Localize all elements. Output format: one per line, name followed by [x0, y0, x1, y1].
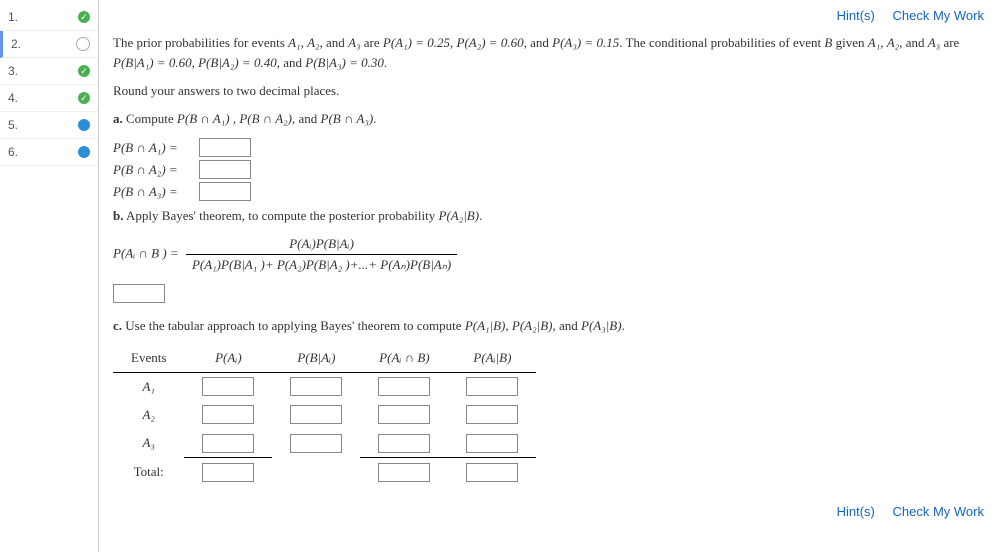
- nav-number: 2.: [11, 37, 76, 51]
- nav-item-1[interactable]: 1. ✓: [0, 4, 98, 31]
- nav-item-5[interactable]: 5.: [0, 112, 98, 139]
- rounding-note: Round your answers to two decimal places…: [113, 81, 984, 101]
- table-row: A₂: [113, 401, 536, 429]
- table-row-total: Total:: [113, 458, 536, 487]
- part-a-prompt: a. Compute P(B ∩ A₁) , P(B ∩ A₂), and P(…: [113, 109, 984, 129]
- check-icon: ✓: [78, 65, 90, 77]
- input-c-a1-2[interactable]: [290, 377, 342, 396]
- bayes-table: Events P(Aᵢ) P(B|Aᵢ) P(Aᵢ ∩ B) P(Aᵢ|B) A…: [113, 344, 536, 487]
- input-c-a1-3[interactable]: [378, 377, 430, 396]
- col-events: Events: [113, 344, 184, 373]
- nav-number: 5.: [8, 118, 78, 132]
- col-paib-int: P(Aᵢ ∩ B): [360, 344, 448, 373]
- nav-number: 1.: [8, 10, 78, 24]
- input-c-a1-1[interactable]: [202, 377, 254, 396]
- nav-number: 4.: [8, 91, 78, 105]
- nav-item-2[interactable]: 2.: [0, 31, 98, 58]
- answer-row-a2: P(B ∩ A₂) =: [113, 160, 984, 180]
- input-c-a3-2[interactable]: [290, 434, 342, 453]
- check-work-link[interactable]: Check My Work: [893, 504, 985, 519]
- circle-icon: [76, 37, 90, 51]
- answer-label: P(B ∩ A₂) =: [113, 160, 199, 180]
- input-pba1[interactable]: [199, 138, 251, 157]
- answer-row-b: [113, 283, 984, 303]
- input-c-total-1[interactable]: [202, 463, 254, 482]
- input-c-a2-3[interactable]: [378, 405, 430, 424]
- input-c-a2-4[interactable]: [466, 405, 518, 424]
- check-icon: ✓: [78, 11, 90, 23]
- input-partb[interactable]: [113, 284, 165, 303]
- answer-label: P(B ∩ A₁) =: [113, 138, 199, 158]
- event-label: A₃: [113, 429, 184, 458]
- col-paib-cond: P(Aᵢ|B): [448, 344, 536, 373]
- col-pai: P(Aᵢ): [184, 344, 272, 373]
- part-b-prompt: b. Apply Bayes' theorem, to compute the …: [113, 206, 984, 226]
- bottom-toolbar: Hint(s) Check My Work: [113, 502, 984, 522]
- nav-item-4[interactable]: 4. ✓: [0, 85, 98, 112]
- input-c-a3-4[interactable]: [466, 434, 518, 453]
- question-nav: 1. ✓ 2. 3. ✓ 4. ✓ 5. 6.: [0, 0, 99, 552]
- input-pba2[interactable]: [199, 160, 251, 179]
- nav-item-6[interactable]: 6.: [0, 139, 98, 166]
- col-pbai: P(B|Aᵢ): [272, 344, 360, 373]
- top-toolbar: Hint(s) Check My Work: [113, 8, 984, 23]
- check-work-link[interactable]: Check My Work: [893, 8, 985, 23]
- event-label: A₂: [113, 401, 184, 429]
- question-content: The prior probabilities for events A₁, A…: [113, 33, 984, 523]
- total-label: Total:: [113, 458, 184, 487]
- answer-row-a3: P(B ∩ A₃) =: [113, 182, 984, 202]
- input-c-a2-2[interactable]: [290, 405, 342, 424]
- intro-text: The prior probabilities for events A₁, A…: [113, 33, 984, 73]
- part-c-prompt: c. Use the tabular approach to applying …: [113, 316, 984, 336]
- input-c-a2-1[interactable]: [202, 405, 254, 424]
- bayes-formula: P(Aᵢ ∩ B ) = P(Aᵢ)P(B|Aᵢ) P(A₁)P(B|A₁ )+…: [113, 234, 984, 275]
- question-main: Hint(s) Check My Work The prior probabil…: [99, 0, 1002, 552]
- table-row: A₃: [113, 429, 536, 458]
- nav-number: 3.: [8, 64, 78, 78]
- hints-link[interactable]: Hint(s): [837, 8, 875, 23]
- input-c-total-4[interactable]: [466, 463, 518, 482]
- check-icon: ✓: [78, 92, 90, 104]
- input-c-a3-3[interactable]: [378, 434, 430, 453]
- input-c-a3-1[interactable]: [202, 434, 254, 453]
- input-pba3[interactable]: [199, 182, 251, 201]
- table-row: A₁: [113, 372, 536, 401]
- event-label: A₁: [113, 372, 184, 401]
- answer-label: P(B ∩ A₃) =: [113, 182, 199, 202]
- hints-link[interactable]: Hint(s): [837, 504, 875, 519]
- nav-item-3[interactable]: 3. ✓: [0, 58, 98, 85]
- input-c-total-3[interactable]: [378, 463, 430, 482]
- dot-icon: [78, 119, 90, 131]
- dot-icon: [78, 146, 90, 158]
- answer-row-a1: P(B ∩ A₁) =: [113, 138, 984, 158]
- input-c-a1-4[interactable]: [466, 377, 518, 396]
- nav-number: 6.: [8, 145, 78, 159]
